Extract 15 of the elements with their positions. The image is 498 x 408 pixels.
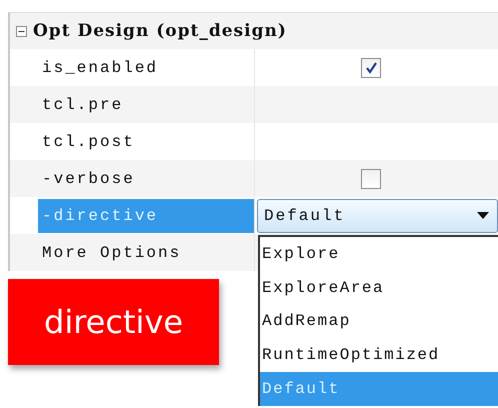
checkbox[interactable] (361, 168, 381, 188)
caret-icon[interactable] (477, 212, 489, 219)
dropdown-option[interactable]: AddRemap (260, 304, 498, 338)
section-title: Opt Design (opt_design) (33, 21, 287, 41)
collapse-icon[interactable] (16, 26, 27, 36)
annotation-label: directive (8, 279, 219, 365)
dropdown-option[interactable]: ExploreArea (260, 270, 498, 305)
dropdown-field[interactable]: Default (257, 198, 498, 232)
dropdown-option[interactable]: Explore (260, 237, 498, 271)
property-name[interactable]: tcl.pre (38, 86, 254, 123)
check-icon (364, 60, 378, 74)
property-name[interactable]: More Options (38, 234, 254, 271)
property-name[interactable]: -verbose (38, 160, 254, 197)
checkbox[interactable] (361, 58, 381, 78)
dropdown-option[interactable]: RuntimeOptimized (260, 338, 498, 372)
